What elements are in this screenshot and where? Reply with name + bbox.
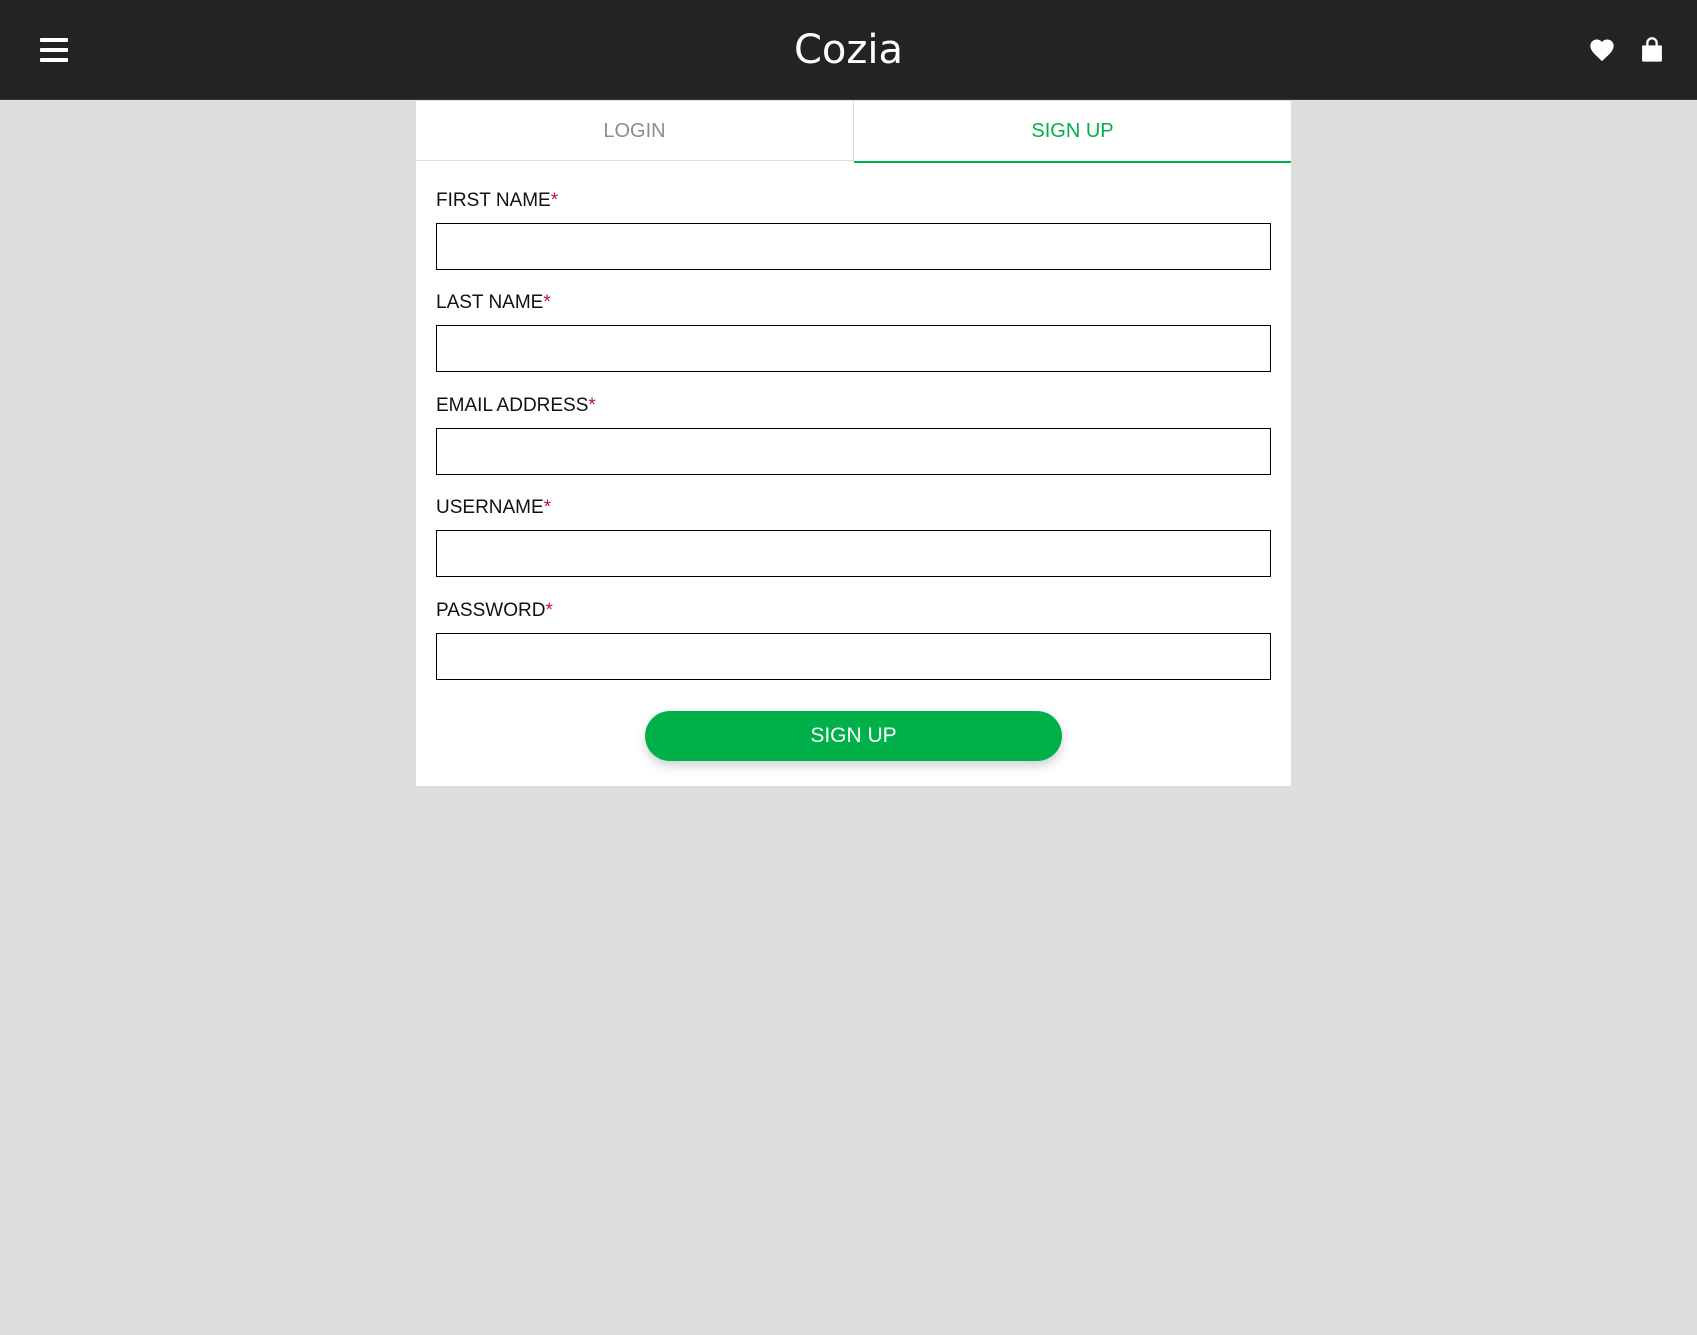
brand-container: Cozia [0, 24, 1697, 76]
auth-tabs: LOGIN SIGN UP [416, 101, 1291, 163]
required-asterisk: * [550, 190, 559, 211]
last-name-label-text: LAST NAME [436, 292, 544, 313]
username-label: USERNAME* [436, 496, 551, 520]
tab-sign-up[interactable]: SIGN UP [854, 101, 1291, 163]
first-name-label: FIRST NAME* [436, 189, 558, 213]
tab-login[interactable]: LOGIN [416, 101, 854, 161]
required-asterisk: * [588, 395, 596, 416]
email-address-label: EMAIL ADDRESS* [436, 394, 596, 418]
first-name-input[interactable] [436, 223, 1271, 270]
password-input[interactable] [436, 633, 1271, 680]
first-name-label-text: FIRST NAME [436, 190, 551, 211]
sign-up-button[interactable]: SIGN UP [645, 711, 1062, 761]
username-input[interactable] [436, 530, 1271, 577]
shopping-bag-icon[interactable] [1638, 36, 1666, 64]
required-asterisk: * [543, 497, 552, 518]
top-navigation-bar: Cozia [0, 0, 1697, 100]
required-asterisk: * [543, 292, 551, 313]
email-address-label-text: EMAIL ADDRESS [436, 395, 589, 416]
password-label-text: PASSWORD [436, 600, 546, 621]
last-name-label: LAST NAME* [436, 291, 551, 315]
required-asterisk: * [545, 600, 553, 621]
last-name-input[interactable] [436, 325, 1271, 372]
signup-panel: LOGIN SIGN UP FIRST NAME* LAST NAME* EMA… [416, 101, 1291, 786]
password-label: PASSWORD* [436, 599, 553, 623]
brand-logo[interactable]: Cozia [794, 27, 903, 73]
heart-icon[interactable] [1588, 36, 1616, 64]
email-address-input[interactable] [436, 428, 1271, 475]
username-label-text: USERNAME [436, 497, 544, 518]
